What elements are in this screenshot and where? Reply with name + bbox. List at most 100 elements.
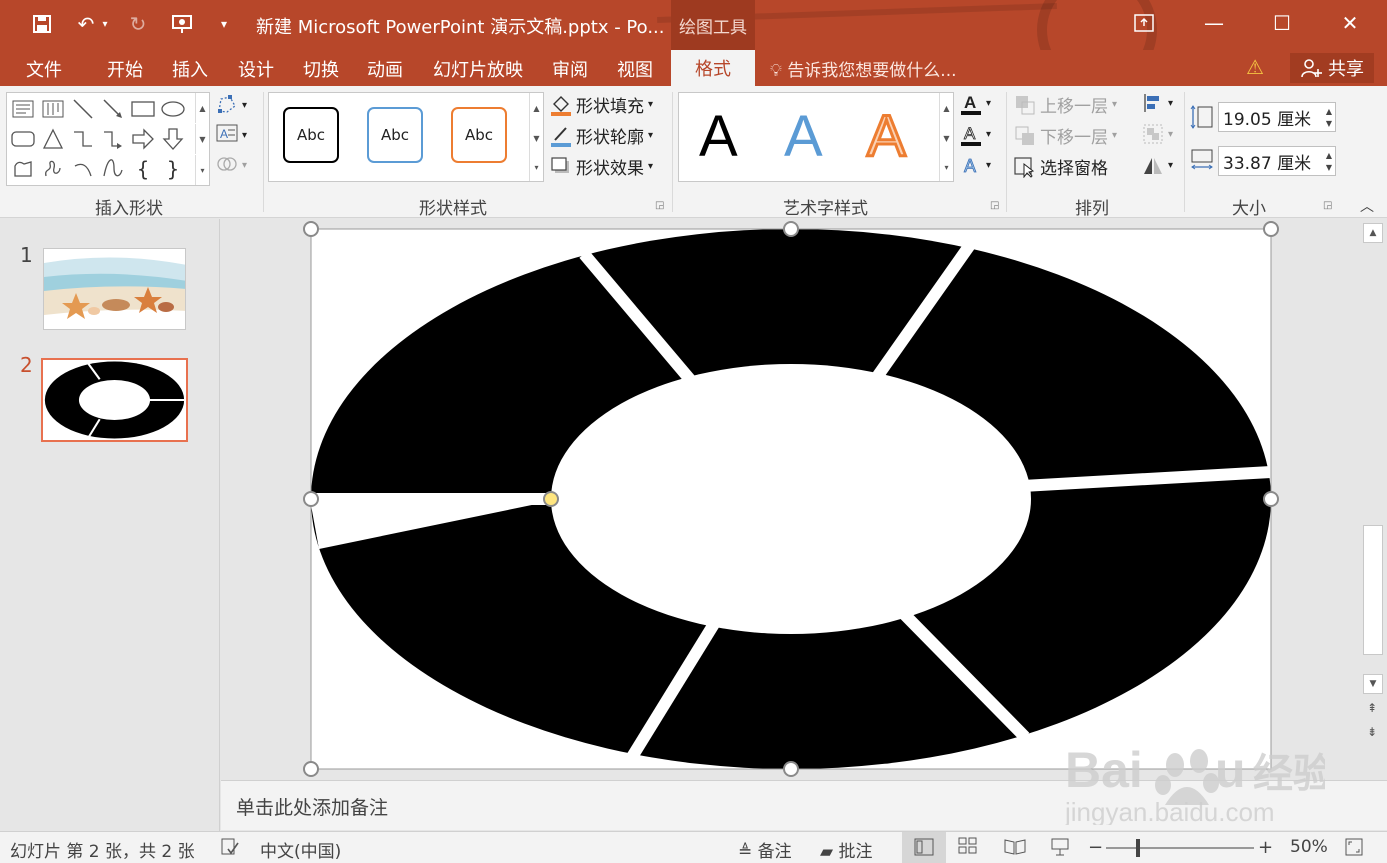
notes-pane[interactable]: 单击此处添加备注 bbox=[221, 780, 1387, 830]
wordart-launcher-icon[interactable]: ◲ bbox=[990, 200, 999, 211]
scribble-icon[interactable] bbox=[39, 155, 67, 183]
arc-icon[interactable] bbox=[69, 155, 97, 183]
resize-handle[interactable] bbox=[1263, 221, 1279, 237]
minimize-icon[interactable]: — bbox=[1184, 0, 1244, 46]
shape-width-field[interactable]: 33.87 厘米 ▲ ▼ bbox=[1218, 146, 1336, 176]
zoom-out-icon[interactable]: − bbox=[1088, 837, 1103, 858]
notes-toggle[interactable]: ≜ 备注 bbox=[738, 837, 792, 862]
shape-styles-launcher-icon[interactable]: ◲ bbox=[655, 200, 664, 211]
text-fill-button[interactable]: A ▾ bbox=[960, 92, 991, 115]
spell-check-icon[interactable] bbox=[220, 837, 240, 862]
tab-file[interactable]: 文件 bbox=[26, 56, 62, 82]
gallery-scroll-down-icon[interactable]: ▼ bbox=[195, 124, 209, 154]
slideshow-view-icon[interactable] bbox=[1050, 837, 1070, 862]
slide-thumbnail-1[interactable] bbox=[43, 248, 186, 330]
width-spin-down-icon[interactable]: ▼ bbox=[1326, 163, 1332, 173]
resize-handle[interactable] bbox=[1263, 491, 1279, 507]
wordart-styles-gallery[interactable]: A A A ▲ ▼ ▾ bbox=[678, 92, 954, 182]
resize-handle[interactable] bbox=[783, 221, 799, 237]
previous-slide-icon[interactable]: ⇞ bbox=[1367, 701, 1377, 715]
shape-style-orange[interactable]: Abc bbox=[451, 107, 507, 163]
right-brace-icon[interactable]: } bbox=[159, 155, 187, 183]
styles-more-icon[interactable]: ▾ bbox=[529, 153, 543, 181]
styles-scroll-up-icon[interactable]: ▲ bbox=[529, 93, 543, 123]
rotate-button[interactable]: ▾ bbox=[1142, 154, 1173, 176]
line-icon[interactable] bbox=[69, 95, 97, 123]
undo-icon[interactable]: ↶ bbox=[72, 10, 100, 38]
left-brace-icon[interactable]: { bbox=[129, 155, 157, 183]
right-arrow-icon[interactable] bbox=[129, 125, 157, 153]
elbow-arrow-connector-icon[interactable] bbox=[99, 125, 127, 153]
bring-forward-button[interactable]: 上移一层 ▾ bbox=[1014, 92, 1117, 117]
rounded-rectangle-icon[interactable] bbox=[9, 125, 37, 153]
adjustment-handle[interactable] bbox=[543, 491, 559, 507]
tab-slideshow[interactable]: 幻灯片放映 bbox=[433, 56, 523, 82]
oval-icon[interactable] bbox=[159, 95, 187, 123]
current-slide[interactable] bbox=[303, 221, 1279, 777]
close-icon[interactable]: ✕ bbox=[1320, 0, 1380, 46]
wordart-style-blue[interactable]: A bbox=[784, 105, 823, 169]
height-spin-down-icon[interactable]: ▼ bbox=[1326, 119, 1332, 129]
shape-fill-button[interactable]: 形状填充 ▾ bbox=[550, 92, 653, 117]
zoom-in-icon[interactable]: + bbox=[1258, 837, 1273, 858]
zoom-slider[interactable] bbox=[1106, 847, 1254, 849]
vertical-text-box-icon[interactable] bbox=[39, 95, 67, 123]
shape-styles-gallery[interactable]: Abc Abc Abc ▲ ▼ ▾ bbox=[268, 92, 544, 182]
shape-style-blue[interactable]: Abc bbox=[367, 107, 423, 163]
wordart-scroll-up-icon[interactable]: ▲ bbox=[939, 93, 953, 123]
gallery-scroll-up-icon[interactable]: ▲ bbox=[195, 93, 209, 123]
share-button[interactable]: 共享 bbox=[1290, 53, 1374, 83]
collapse-ribbon-icon[interactable]: ︿ bbox=[1360, 196, 1374, 216]
redo-icon[interactable]: ↻ bbox=[124, 10, 152, 38]
fit-to-window-icon[interactable] bbox=[1344, 837, 1364, 862]
scroll-down-icon[interactable]: ▼ bbox=[1363, 674, 1383, 694]
customize-qat-icon[interactable]: ▾ bbox=[210, 10, 238, 38]
zoom-slider-thumb[interactable] bbox=[1136, 839, 1140, 857]
size-launcher-icon[interactable]: ◲ bbox=[1323, 200, 1332, 211]
selection-pane-button[interactable]: 选择窗格 bbox=[1014, 154, 1108, 179]
wordart-style-orange-outline[interactable]: A bbox=[866, 103, 908, 170]
shape-height-field[interactable]: 19.05 厘米 ▲ ▼ bbox=[1218, 102, 1336, 132]
resize-handle[interactable] bbox=[303, 761, 319, 777]
shape-effects-button[interactable]: 形状效果 ▾ bbox=[550, 154, 653, 179]
wordart-style-black[interactable]: A bbox=[699, 105, 738, 169]
donut-shape[interactable] bbox=[303, 221, 1279, 777]
shape-style-black[interactable]: Abc bbox=[283, 107, 339, 163]
triangle-icon[interactable] bbox=[39, 125, 67, 153]
elbow-connector-icon[interactable] bbox=[69, 125, 97, 153]
resize-handle[interactable] bbox=[783, 761, 799, 777]
group-objects-button[interactable]: ▾ bbox=[1142, 123, 1173, 145]
undo-dropdown-icon[interactable]: ▾ bbox=[98, 10, 112, 38]
zoom-level[interactable]: 50% bbox=[1290, 837, 1328, 857]
text-effects-button[interactable]: A ▾ bbox=[960, 154, 991, 177]
warning-icon[interactable]: ⚠ bbox=[1246, 55, 1264, 79]
vertical-scrollbar[interactable]: ▲ ▼ ⇞ ⇟ bbox=[1361, 219, 1387, 780]
draw-text-box-button[interactable]: A ▾ bbox=[216, 124, 247, 146]
comments-toggle[interactable]: ▰ 批注 bbox=[820, 837, 872, 862]
width-spin-up-icon[interactable]: ▲ bbox=[1326, 151, 1332, 161]
tab-home[interactable]: 开始 bbox=[107, 56, 143, 82]
present-from-start-icon[interactable] bbox=[168, 10, 196, 38]
language-status[interactable]: 中文(中国) bbox=[260, 837, 341, 862]
down-arrow-icon[interactable] bbox=[159, 125, 187, 153]
tell-me-search[interactable]: 💡︎ 告诉我您想要做什么... bbox=[770, 56, 957, 81]
resize-handle[interactable] bbox=[303, 491, 319, 507]
ribbon-display-options-icon[interactable] bbox=[1114, 0, 1174, 46]
tab-format[interactable]: 格式 bbox=[671, 50, 755, 86]
next-slide-icon[interactable]: ⇟ bbox=[1367, 725, 1377, 739]
normal-view-button[interactable] bbox=[902, 832, 946, 863]
merge-shapes-button[interactable]: ▾ bbox=[216, 154, 247, 176]
height-spin-up-icon[interactable]: ▲ bbox=[1326, 107, 1332, 117]
gallery-more-icon[interactable]: ▾ bbox=[195, 155, 209, 185]
shapes-gallery[interactable]: { } ▲ ▼ ▾ bbox=[6, 92, 210, 186]
tab-animations[interactable]: 动画 bbox=[367, 56, 403, 82]
align-button[interactable]: ▾ bbox=[1142, 92, 1173, 114]
curve-icon[interactable] bbox=[99, 155, 127, 183]
tab-view[interactable]: 视图 bbox=[617, 56, 653, 82]
resize-handle[interactable] bbox=[303, 221, 319, 237]
text-box-icon[interactable] bbox=[9, 95, 37, 123]
wordart-more-icon[interactable]: ▾ bbox=[939, 153, 953, 181]
tab-transitions[interactable]: 切换 bbox=[303, 56, 339, 82]
tab-insert[interactable]: 插入 bbox=[172, 56, 208, 82]
arrow-line-icon[interactable] bbox=[99, 95, 127, 123]
